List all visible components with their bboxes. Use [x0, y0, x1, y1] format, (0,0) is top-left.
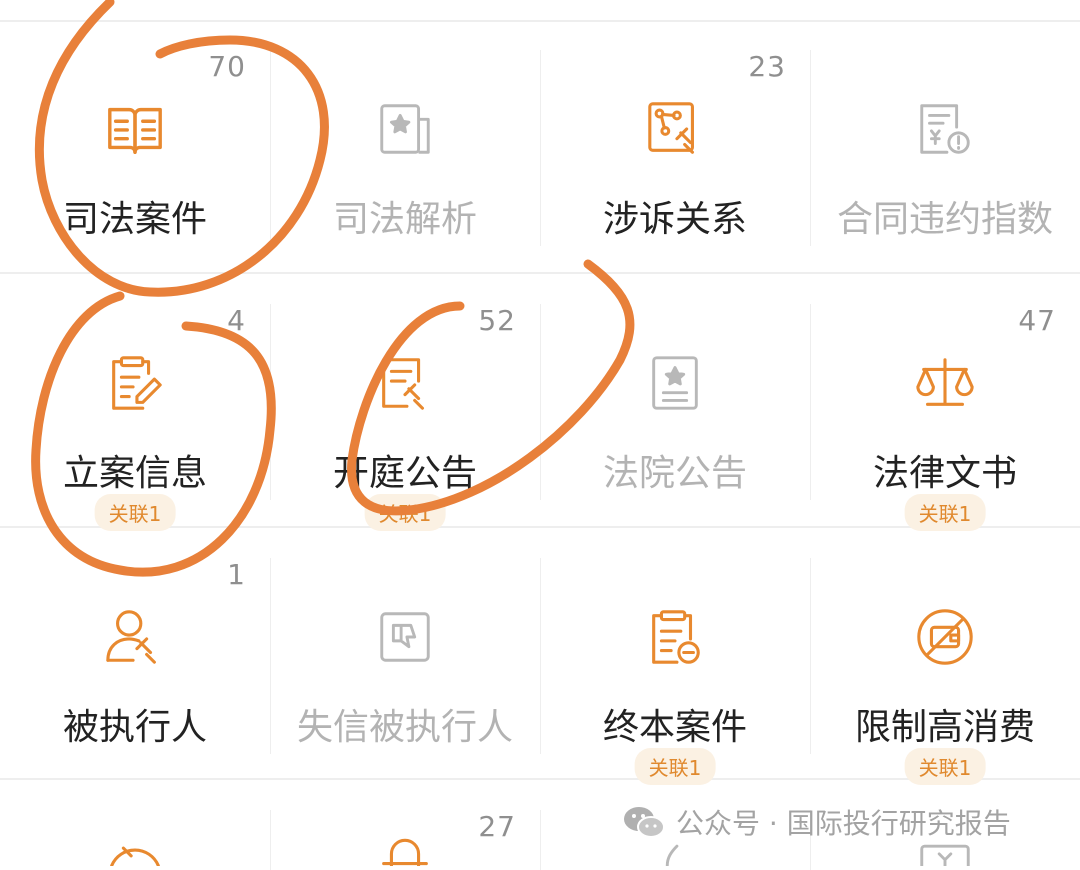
- watermark: 公众号 · 国际投行研究报告: [622, 800, 1011, 844]
- tile-label: 司法案件: [62, 199, 207, 240]
- related-badge[interactable]: 关联1: [634, 748, 716, 785]
- tile-label: 合同违约指数: [836, 199, 1053, 240]
- watermark-text: 公众号 · 国际投行研究报告: [676, 807, 1011, 840]
- clipboard-minus-icon: [652, 610, 700, 664]
- related-badge[interactable]: 关联1: [904, 748, 986, 785]
- tile-count: 23: [748, 50, 786, 83]
- tile-person-subject-to-enforcement[interactable]: 1 被执行人: [0, 528, 270, 780]
- partial-icon: [110, 846, 160, 866]
- tile-court-announcement[interactable]: 法院公告: [540, 274, 810, 526]
- tile-litigation-relations[interactable]: 23 涉诉关系: [540, 20, 810, 272]
- wechat-icon: [624, 807, 665, 838]
- tile-label: 限制高消费: [854, 707, 1035, 748]
- tile-label: 司法解析: [332, 199, 477, 240]
- tile-court-session-notice[interactable]: 52 开庭公告 关联1: [270, 274, 540, 531]
- tile-judicial-cases[interactable]: 70 司法案件: [0, 20, 270, 272]
- scales-icon: [916, 358, 974, 406]
- tile-count: 47: [1018, 304, 1056, 337]
- tile-contract-breach-index[interactable]: 合同违约指数: [810, 20, 1080, 272]
- star-certificate-icon: [652, 356, 698, 410]
- tile-label: 失信被执行人: [296, 707, 513, 748]
- document-gavel-icon: [382, 358, 424, 410]
- person-gavel-icon: [106, 610, 156, 664]
- thumbs-down-icon: [380, 612, 430, 662]
- tile-count: 4: [227, 304, 246, 337]
- tile-label: 开庭公告: [332, 453, 477, 494]
- tile-label: 法院公告: [602, 453, 747, 494]
- tile-count: 52: [478, 304, 516, 337]
- tile-dishonest-persons[interactable]: 失信被执行人: [270, 528, 540, 780]
- tile-label: 终本案件: [602, 707, 747, 748]
- tile-count: 70: [208, 50, 246, 83]
- tile-case-filing-info[interactable]: 4 立案信息 关联1: [0, 274, 270, 531]
- tile-label: 涉诉关系: [602, 199, 747, 240]
- wallet-restricted-icon: [917, 609, 973, 665]
- tile-label: 被执行人: [62, 707, 207, 748]
- tile-count: 1: [227, 558, 246, 591]
- clipboard-pen-icon: [112, 356, 162, 410]
- tile-high-consumption-restriction[interactable]: 限制高消费 关联1: [810, 528, 1080, 785]
- related-badge[interactable]: 关联1: [364, 494, 446, 531]
- relation-gavel-icon: [648, 102, 694, 154]
- lock-icon: [382, 838, 428, 866]
- contract-warning-icon: [920, 104, 970, 154]
- tile-terminated-cases[interactable]: 终本案件 关联1: [540, 528, 810, 785]
- star-document-icon: [380, 104, 430, 154]
- col-divider: [540, 810, 541, 870]
- tile-judicial-analysis[interactable]: 司法解析: [270, 20, 540, 272]
- related-badge[interactable]: 关联1: [94, 494, 176, 531]
- tile-legal-documents[interactable]: 47 法律文书 关联1: [810, 274, 1080, 531]
- tile-label: 法律文书: [872, 453, 1017, 494]
- book-icon: [108, 107, 162, 154]
- related-badge[interactable]: 关联1: [904, 494, 986, 531]
- tile-count: 27: [478, 810, 516, 843]
- tile-label: 立案信息: [62, 453, 207, 494]
